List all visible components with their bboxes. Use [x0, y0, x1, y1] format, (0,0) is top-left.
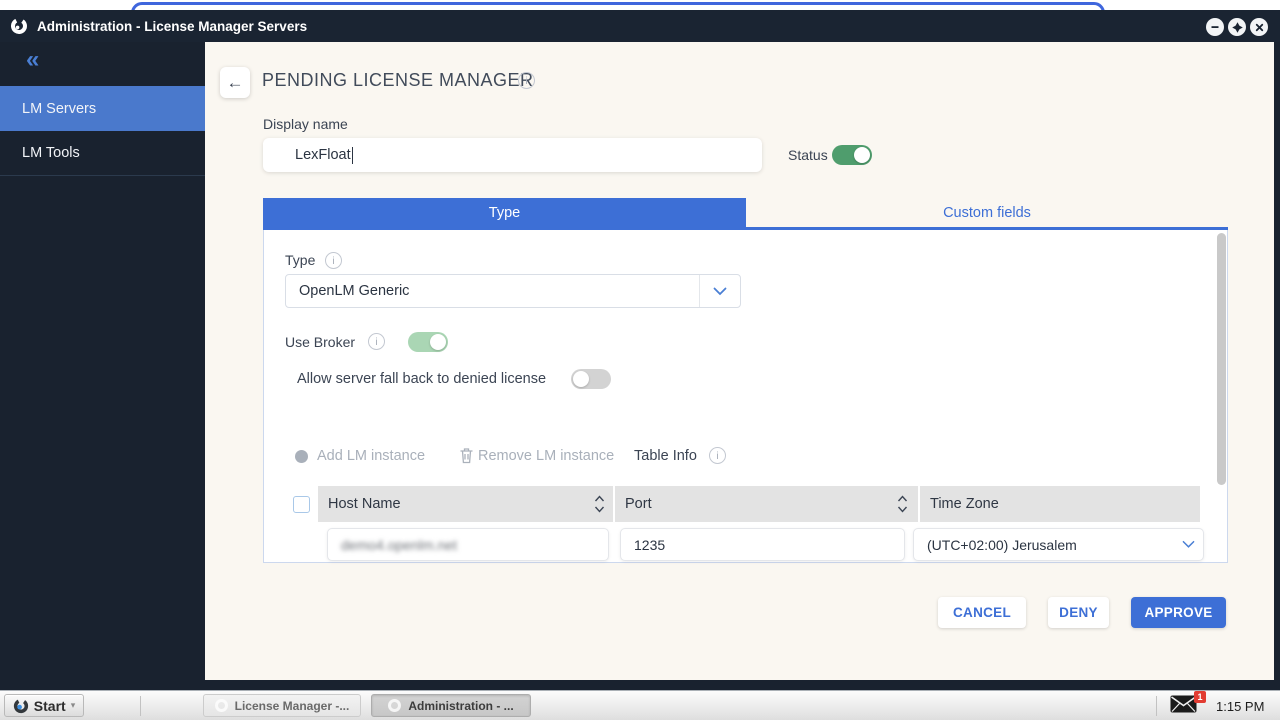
cancel-button[interactable]: CANCEL	[938, 597, 1026, 628]
start-logo-icon	[13, 698, 28, 713]
sidebar-item-label: LM Servers	[22, 100, 97, 117]
start-label: Start	[33, 697, 66, 714]
maximize-icon	[1231, 21, 1243, 33]
column-header-label: Port	[625, 496, 652, 512]
timezone-value: (UTC+02:00) Jerusalem	[927, 536, 1077, 553]
host-name-input[interactable]: demo4.openlm.net	[327, 528, 609, 561]
add-circle-icon	[295, 450, 308, 463]
host-name-value: demo4.openlm.net	[341, 536, 457, 553]
type-select-value: OpenLM Generic	[299, 283, 410, 299]
use-broker-info-icon[interactable]: i	[368, 333, 385, 350]
column-header-host-name[interactable]: Host Name	[318, 486, 613, 522]
close-icon	[1255, 23, 1263, 31]
start-caret-icon: ▾	[70, 700, 76, 710]
taskbar-clock: 1:15 PM	[1216, 699, 1265, 714]
tab-type[interactable]: Type	[263, 198, 746, 227]
maximize-button[interactable]	[1228, 18, 1246, 36]
app-ring-icon	[388, 699, 402, 712]
mail-badge: 1	[1194, 691, 1206, 703]
toggle-knob	[854, 147, 870, 163]
column-header-label: Time Zone	[930, 496, 999, 512]
scrollbar-thumb[interactable]	[1217, 233, 1226, 485]
display-name-value: LexFloat	[295, 147, 351, 163]
fallback-toggle[interactable]	[571, 369, 611, 389]
taskbar: Start ▾ License Manager -... Administrat…	[0, 690, 1280, 720]
minimize-button[interactable]	[1206, 18, 1224, 36]
close-button[interactable]	[1250, 18, 1268, 36]
chevron-down-icon	[700, 287, 740, 296]
timezone-select[interactable]: (UTC+02:00) Jerusalem	[913, 528, 1204, 561]
page-title: PENDING LICENSE MANAGER	[262, 70, 534, 90]
back-button[interactable]: ←	[220, 67, 250, 98]
deny-button[interactable]: DENY	[1048, 597, 1109, 628]
remove-lm-instance-button[interactable]: Remove LM instance	[478, 448, 614, 464]
toggle-knob	[430, 334, 446, 350]
taskbar-item-license-manager[interactable]: License Manager -...	[203, 694, 361, 717]
sidebar-item-lm-tools[interactable]: LM Tools	[0, 131, 205, 176]
status-toggle[interactable]	[832, 145, 872, 165]
back-arrow-icon: ←	[226, 72, 244, 92]
window-title: Administration - License Manager Servers	[37, 18, 308, 34]
add-lm-instance-button[interactable]: Add LM instance	[317, 448, 425, 464]
status-label: Status	[788, 147, 828, 163]
column-header-label: Host Name	[328, 496, 401, 512]
text-caret	[351, 146, 354, 164]
screen: Administration - License Manager Servers…	[0, 0, 1280, 720]
table-info-icon[interactable]: i	[709, 447, 726, 464]
window-controls	[1206, 18, 1268, 36]
fallback-label: Allow server fall back to denied license	[297, 371, 547, 387]
tab-label: Custom fields	[943, 204, 1031, 221]
start-button[interactable]: Start ▾	[4, 694, 84, 717]
tab-underline	[263, 227, 1228, 230]
toggle-knob	[573, 371, 589, 387]
page-title-info-icon[interactable]: i	[518, 72, 535, 89]
sidebar-item-lm-servers[interactable]: LM Servers	[0, 86, 205, 131]
column-header-time-zone[interactable]: Time Zone	[920, 486, 1200, 522]
minimize-icon	[1211, 26, 1219, 28]
taskbar-item-label: License Manager -...	[234, 698, 350, 713]
taskbar-divider	[1156, 696, 1157, 716]
tab-label: Type	[488, 204, 521, 221]
port-input[interactable]: 1235	[620, 528, 905, 561]
sidebar-item-label: LM Tools	[22, 145, 80, 161]
display-name-input[interactable]: LexFloat	[263, 138, 762, 172]
approve-button[interactable]: APPROVE	[1131, 597, 1226, 628]
display-name-label: Display name	[263, 116, 348, 132]
taskbar-divider	[140, 696, 141, 716]
use-broker-label: Use Broker	[285, 334, 356, 350]
chevron-down-icon	[1182, 540, 1195, 548]
collapse-sidebar-icon[interactable]: «	[26, 48, 39, 72]
mail-tray-button[interactable]: 1	[1170, 691, 1206, 717]
taskbar-item-administration[interactable]: Administration - ...	[371, 694, 531, 717]
app-ring-icon	[214, 699, 228, 712]
select-all-checkbox[interactable]	[293, 496, 310, 513]
column-header-port[interactable]: Port	[615, 486, 918, 522]
mail-icon	[1170, 695, 1197, 713]
type-label: Type	[285, 252, 316, 268]
window-titlebar: Administration - License Manager Servers	[0, 10, 1280, 42]
port-value: 1235	[634, 536, 666, 553]
type-select[interactable]: OpenLM Generic	[285, 274, 741, 308]
tab-custom-fields[interactable]: Custom fields	[746, 198, 1228, 227]
sort-icon[interactable]	[897, 495, 908, 513]
sort-icon[interactable]	[594, 495, 605, 513]
taskbar-item-label: Administration - ...	[408, 698, 514, 713]
openlm-logo-icon	[11, 18, 27, 34]
table-info-label: Table Info	[634, 448, 697, 464]
use-broker-toggle[interactable]	[408, 332, 448, 352]
trash-icon	[460, 448, 473, 464]
type-info-icon[interactable]: i	[325, 252, 342, 269]
